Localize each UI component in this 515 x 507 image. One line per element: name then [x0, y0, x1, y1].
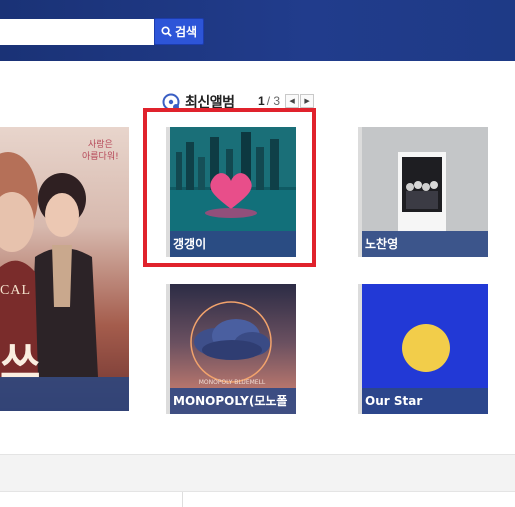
- album-title: Our Star: [358, 388, 488, 414]
- album-card[interactable]: 노찬영: [358, 127, 488, 257]
- page-total: / 3: [266, 94, 281, 108]
- chevron-left-icon: ◀: [289, 98, 295, 105]
- poster-tagline: 사랑은 아름다워!: [82, 139, 119, 163]
- footer-band: [0, 454, 515, 492]
- prev-page-button[interactable]: ◀: [285, 94, 300, 108]
- search-icon: [161, 26, 172, 37]
- footer-divider: [182, 492, 183, 507]
- search-button-label: 검색: [174, 25, 198, 39]
- top-banner: 검색: [0, 0, 515, 61]
- album-title: 노찬영: [358, 231, 488, 257]
- poster-caption-bar: [0, 377, 129, 411]
- album-title: MONOPOLY(모노폴: [166, 388, 296, 414]
- album-card[interactable]: MONOPOLY BLUEMELL MONOPOLY(모노폴: [166, 284, 296, 414]
- pagination: 1 / 3 ◀ ▶: [258, 94, 315, 108]
- search-input[interactable]: [0, 19, 154, 45]
- album-art-text: MONOPOLY BLUEMELL: [199, 379, 266, 386]
- featured-poster[interactable]: 사랑은 아름다워! CAL 쓰: [0, 127, 129, 411]
- album-card[interactable]: Our Star: [358, 284, 488, 414]
- next-page-button[interactable]: ▶: [300, 94, 315, 108]
- poster-tagline-line-2: 아름다워!: [82, 152, 119, 162]
- poster-word: CAL: [0, 283, 31, 298]
- chevron-right-icon: ▶: [304, 98, 310, 105]
- page-current: 1: [258, 94, 265, 108]
- search-button[interactable]: 검색: [154, 18, 204, 45]
- poster-tagline-line-1: 사랑은: [87, 140, 113, 150]
